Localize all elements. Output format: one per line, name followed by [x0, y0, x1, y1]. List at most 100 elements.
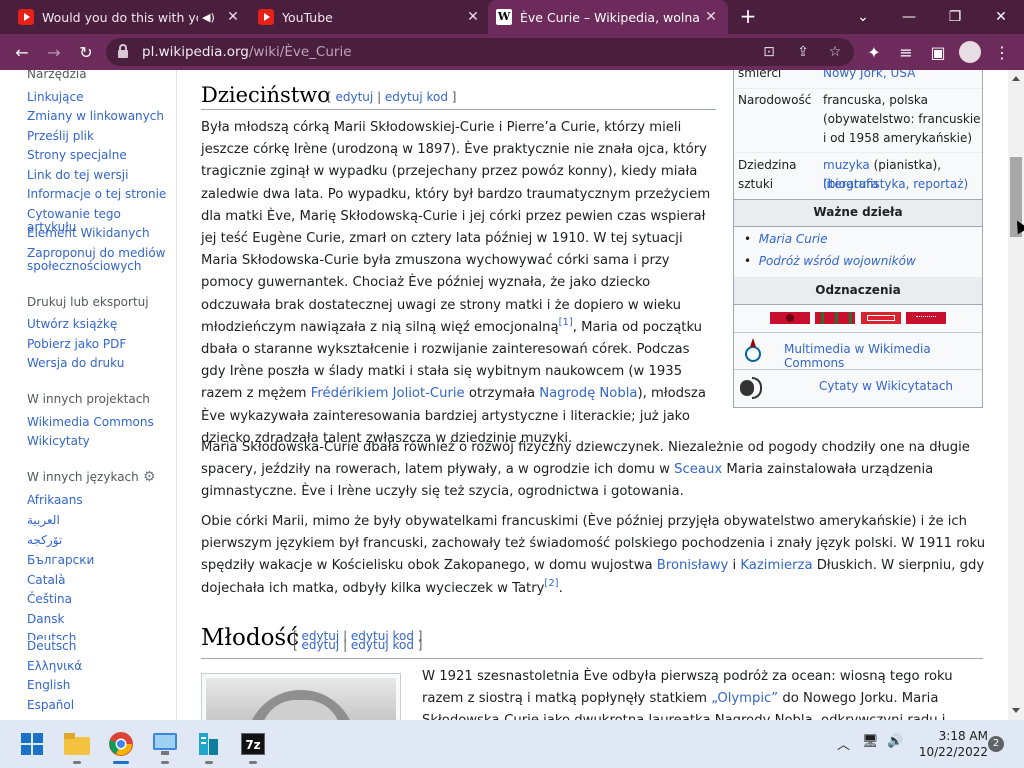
language-link[interactable]: English [27, 679, 167, 692]
sidebar-link[interactable]: Linkujące [27, 91, 167, 104]
close-tab-icon[interactable]: ✕ [224, 8, 242, 26]
page-scrollbar[interactable] [1008, 70, 1024, 720]
tab-video[interactable]: Would you do this with your ◀) ✕ [12, 0, 248, 34]
link-bronislawa[interactable]: Bronisławy [657, 558, 729, 573]
speaker-icon[interactable]: ◀) [202, 11, 220, 24]
control-panel-icon[interactable] [149, 728, 181, 764]
tab-wikipedia[interactable]: W Ève Curie – Wikipedia, wolna enc ✕ [488, 0, 728, 34]
language-link[interactable]: تۆرکجه [27, 534, 167, 547]
link-reportage[interactable]: reportaż [913, 177, 963, 191]
sidebar-link[interactable]: Utwórz książkę [27, 318, 167, 331]
text: otrzymała [464, 386, 540, 402]
infobox-divider [734, 199, 982, 200]
reference-link[interactable]: [1] [559, 317, 573, 328]
section-edit-links: [ edytuj | edytuj kod ] [327, 90, 457, 104]
address-bar[interactable]: pl.wikipedia.org/wiki/Ève_Curie ⊡ ⇪ ☆ [106, 38, 854, 66]
tab-search-icon[interactable]: ⌄ [840, 0, 886, 34]
file-explorer-icon[interactable] [61, 728, 93, 764]
scroll-up-arrow-icon[interactable] [1012, 76, 1020, 81]
ribbon-icon[interactable] [906, 312, 946, 324]
profile-avatar-icon[interactable] [956, 38, 984, 66]
media-control-icon[interactable]: ≡ [892, 38, 920, 66]
link-travel-book[interactable]: Podróż wśród wojowników [759, 254, 916, 268]
link-frederic-joliot-curie[interactable]: Frédérikiem Joliot-Curie [311, 386, 465, 401]
sidebar-link[interactable]: Zmiany w linkowanych [27, 110, 167, 123]
sidebar-link[interactable]: Pobierz jako PDF [27, 338, 167, 351]
lock-icon[interactable] [118, 44, 128, 58]
edit-link[interactable]: edytuj [336, 90, 374, 104]
wikiquote-link[interactable]: Cytaty w Wikicytatach [819, 379, 953, 393]
article-photo[interactable] [201, 673, 401, 720]
sidebar-link[interactable]: Wikicytaty [27, 435, 167, 448]
reference-link[interactable]: [2] [544, 578, 558, 589]
sidebar-link[interactable]: Wikimedia Commons [27, 416, 167, 429]
language-settings-gear-icon[interactable]: ⚙ [143, 470, 157, 484]
forward-button[interactable]: → [40, 38, 68, 66]
ribbon-icon[interactable] [815, 312, 855, 324]
language-link[interactable]: Dansk [27, 613, 167, 626]
sidebar-link[interactable]: Informacje o tej stronie [27, 188, 167, 201]
language-link[interactable]: العربية [27, 514, 167, 527]
volume-icon[interactable]: 🔊 [887, 734, 903, 749]
notification-badge[interactable]: 2 [988, 736, 1004, 752]
translate-icon[interactable]: ⊡ [758, 42, 780, 62]
menu-icon[interactable]: ⋮ [988, 38, 1016, 66]
url-path: /wiki/Ève_Curie [248, 44, 352, 60]
page-viewport: Narzędzia Linkujące Zmiany w linkowanych… [0, 70, 1024, 720]
show-hidden-icons-chevron-icon[interactable]: ︿ [837, 734, 850, 753]
link-new-york[interactable]: Nowy Jork, USA [823, 70, 915, 80]
language-link[interactable]: Català [27, 574, 167, 587]
sidebar-link[interactable]: Strony specjalne [27, 149, 167, 162]
ribbon-icon[interactable] [861, 312, 901, 324]
edit-source-link[interactable]: edytuj kod [385, 90, 448, 104]
language-link[interactable]: Čeština [27, 593, 167, 606]
language-link[interactable]: Deutsch [27, 640, 167, 653]
reload-button[interactable]: ↻ [72, 38, 100, 66]
share-icon[interactable]: ⇪ [792, 42, 814, 62]
network-icon[interactable] [193, 728, 225, 764]
edit-link[interactable]: edytuj [302, 638, 340, 652]
start-icon[interactable] [16, 728, 48, 760]
paragraph-3: Obie córki Marii, mimo że były obywatelk… [201, 511, 986, 600]
close-window-button[interactable]: ✕ [978, 0, 1024, 34]
minimize-button[interactable]: — [886, 0, 932, 34]
sidebar-link[interactable]: Wersja do druku [27, 357, 167, 370]
link-biography[interactable]: biografistyka [828, 177, 906, 191]
new-tab-button[interactable]: + [736, 5, 760, 29]
ribbon-icon[interactable] [770, 312, 810, 324]
tab-youtube[interactable]: YouTube ✕ [252, 0, 488, 34]
language-link[interactable]: Español [27, 699, 167, 712]
link-music[interactable]: muzyka [823, 158, 870, 172]
language-link[interactable]: Ελληνικά [27, 660, 167, 673]
side-panel-icon[interactable]: ▣ [924, 38, 952, 66]
extensions-icon[interactable]: ✦ [860, 38, 888, 66]
sidebar-link[interactable]: Zaproponuj do mediów społecznościowych [27, 247, 167, 273]
link-sceaux[interactable]: Sceaux [674, 462, 722, 477]
close-tab-icon[interactable]: ✕ [464, 8, 482, 26]
edit-source-link[interactable]: edytuj kod [351, 638, 414, 652]
7zip-icon[interactable]: 7z [237, 728, 269, 764]
running-indicator [205, 761, 213, 764]
network-status-icon[interactable]: 🖥 [862, 734, 879, 749]
link-olympic[interactable]: „Olympic” [711, 691, 778, 706]
commons-link[interactable]: Multimedia w Wikimedia Commons [784, 342, 982, 370]
close-tab-icon[interactable]: ✕ [702, 8, 720, 26]
link-kazimierz[interactable]: Kazimierza [740, 558, 812, 573]
language-link[interactable]: Afrikaans [27, 494, 167, 507]
link-nobel-prize[interactable]: Nagrodę Nobla [539, 386, 637, 401]
sidebar-link[interactable]: Prześlij plik [27, 130, 167, 143]
url-text[interactable]: pl.wikipedia.org/wiki/Ève_Curie [142, 44, 352, 60]
language-link[interactable]: Български [27, 554, 167, 567]
sidebar-link[interactable]: Link do tej wersji [27, 169, 167, 182]
scroll-down-arrow-icon[interactable] [1012, 708, 1020, 713]
clock[interactable]: 3:18 AM 10/22/2022 [908, 728, 988, 760]
bookmark-star-icon[interactable]: ☆ [824, 42, 846, 62]
running-indicator [113, 761, 129, 764]
clock-time: 3:18 AM [938, 729, 988, 743]
restore-button[interactable]: ❐ [932, 0, 978, 34]
chrome-icon[interactable] [105, 728, 137, 764]
running-indicator [73, 761, 81, 764]
link-maria-curie-book[interactable]: Maria Curie [759, 232, 828, 246]
sidebar-link[interactable]: Element Wikidanych [27, 227, 167, 240]
back-button[interactable]: ← [8, 38, 36, 66]
